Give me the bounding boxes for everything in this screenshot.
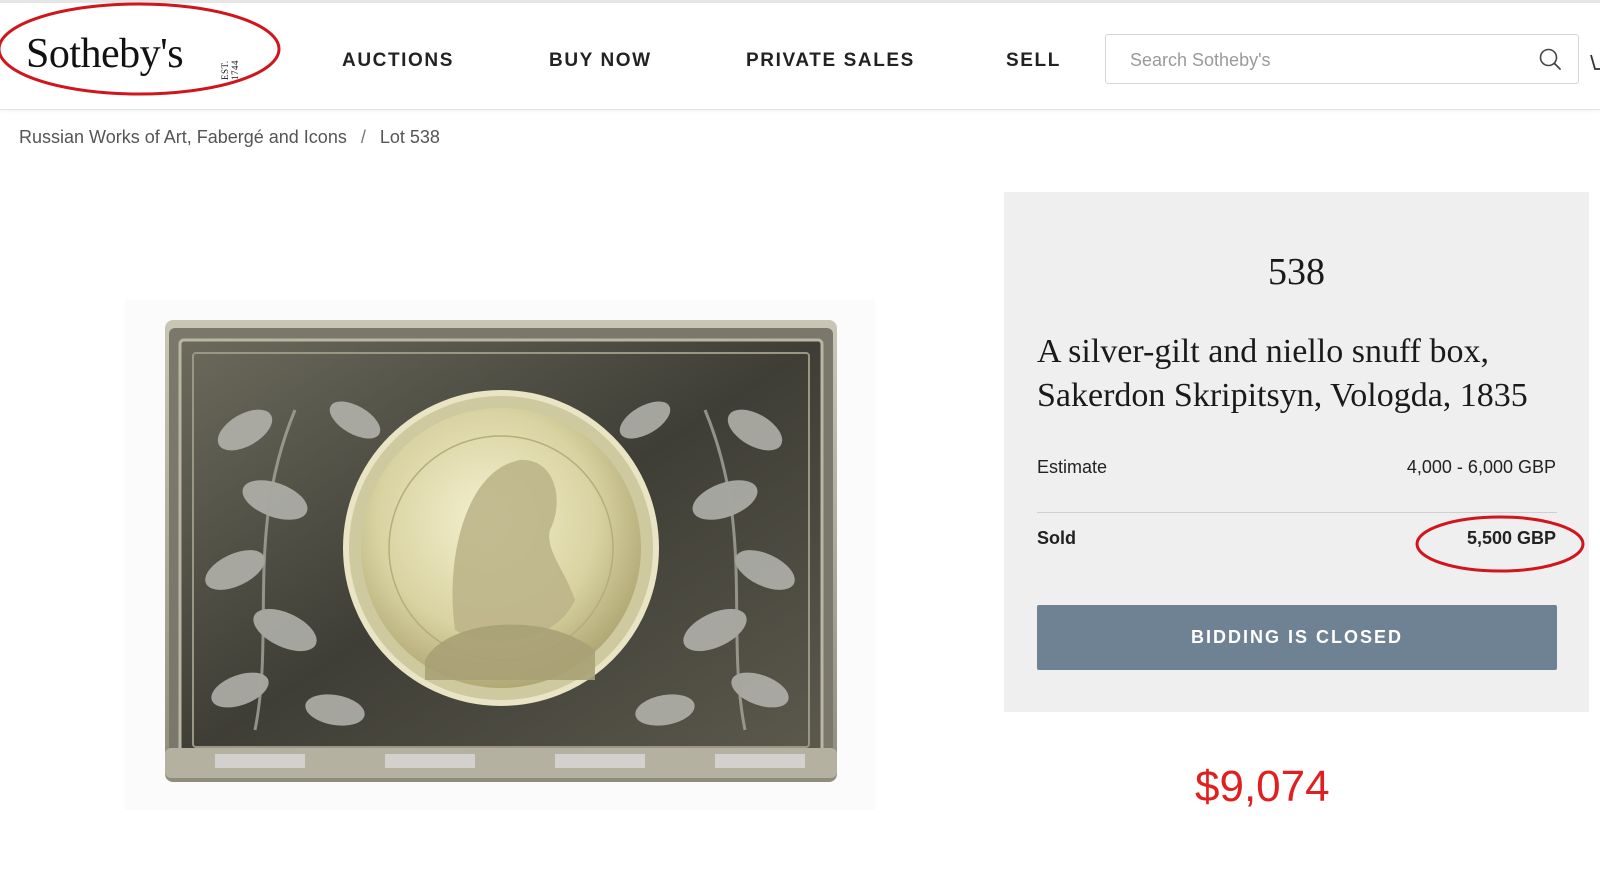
bidding-closed-button[interactable]: BIDDING IS CLOSED — [1037, 605, 1557, 670]
lot-title: A silver-gilt and niello snuff box, Sake… — [1037, 333, 1528, 414]
lot-image[interactable] — [125, 300, 875, 810]
cart-icon[interactable] — [1590, 51, 1600, 73]
sold-price-highlight-circle — [1415, 515, 1585, 573]
estimate-label: Estimate — [1037, 457, 1108, 477]
breadcrumb: Russian Works of Art, Fabergé and Icons /… — [19, 127, 440, 148]
search-icon[interactable] — [1538, 47, 1562, 71]
estimate-value: 4,000 - 6,000 GBP — [1406, 457, 1556, 477]
site-header: Sotheby's EST. 1744 AUCTIONS BUY NOW PRI… — [0, 2, 1600, 110]
sold-label: Sold — [1037, 528, 1076, 548]
logo-highlight-circle — [0, 2, 281, 96]
nav-auctions[interactable]: AUCTIONS — [342, 50, 454, 72]
nav-buy-now[interactable]: BUY NOW — [549, 50, 652, 72]
breadcrumb-sale-link[interactable]: Russian Works of Art, Fabergé and Icons — [19, 127, 347, 148]
lot-number: 538 — [1268, 251, 1325, 293]
converted-price-annotation: $9,074 — [1195, 762, 1330, 811]
nav-private-sales[interactable]: PRIVATE SALES — [746, 50, 915, 72]
snuff-box-illustration — [165, 320, 837, 782]
search-input[interactable] — [1128, 35, 1532, 85]
breadcrumb-current-lot: Lot 538 — [379, 127, 440, 147]
divider — [1037, 512, 1557, 513]
breadcrumb-separator: / — [360, 127, 366, 147]
lot-details-panel: 538 A silver-gilt and niello snuff box, … — [1004, 192, 1589, 712]
search-box[interactable] — [1105, 34, 1579, 85]
nav-sell[interactable]: SELL — [1006, 50, 1061, 72]
